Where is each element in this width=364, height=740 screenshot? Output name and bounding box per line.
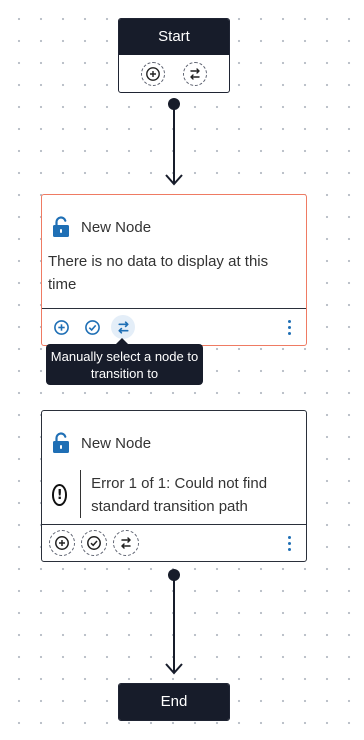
transition-tooltip: Manually select a node to transition to bbox=[46, 344, 203, 385]
transition-icon bbox=[190, 67, 200, 80]
node-title: New Node bbox=[81, 218, 152, 236]
transition-button[interactable] bbox=[113, 530, 139, 556]
more-options-button[interactable] bbox=[286, 533, 292, 553]
node-footer bbox=[42, 524, 306, 561]
error-icon: ! bbox=[52, 484, 68, 506]
node-title: New Node bbox=[81, 434, 152, 452]
start-node-label: Start bbox=[119, 19, 229, 55]
node-header: New Node bbox=[42, 212, 306, 242]
transition-button[interactable] bbox=[183, 61, 207, 86]
end-node[interactable]: End bbox=[118, 683, 230, 721]
unlock-icon bbox=[52, 216, 70, 238]
add-step-button[interactable] bbox=[141, 61, 165, 86]
add-step-button[interactable] bbox=[49, 530, 75, 556]
check-circle-icon bbox=[87, 536, 101, 550]
node-header: New Node bbox=[42, 428, 306, 458]
transition-icon bbox=[121, 537, 131, 549]
end-node-label: End bbox=[119, 684, 229, 720]
add-circle-icon bbox=[146, 66, 160, 81]
workflow-node-2[interactable]: New Node ! Error 1 of 1: Could not find … bbox=[41, 410, 307, 562]
add-circle-icon bbox=[55, 536, 69, 550]
start-node[interactable]: Start bbox=[118, 18, 230, 93]
node-footer bbox=[42, 308, 306, 345]
validate-button[interactable] bbox=[80, 315, 104, 339]
error-block: ! Error 1 of 1: Could not find standard … bbox=[42, 470, 306, 518]
start-node-actions bbox=[119, 55, 229, 92]
transition-button[interactable] bbox=[111, 315, 135, 339]
error-message: Error 1 of 1: Could not find standard tr… bbox=[91, 475, 268, 515]
error-divider bbox=[80, 470, 82, 518]
transition-icon bbox=[117, 320, 129, 334]
check-circle-icon bbox=[84, 319, 100, 335]
validate-button[interactable] bbox=[81, 530, 107, 556]
node-empty-message: There is no data to display at this time bbox=[48, 253, 269, 293]
workflow-node-1[interactable]: New Node There is no data to display at … bbox=[41, 194, 307, 346]
add-circle-icon bbox=[53, 319, 69, 335]
add-step-button[interactable] bbox=[49, 315, 73, 339]
more-options-button[interactable] bbox=[286, 317, 292, 337]
unlock-icon bbox=[52, 432, 70, 454]
